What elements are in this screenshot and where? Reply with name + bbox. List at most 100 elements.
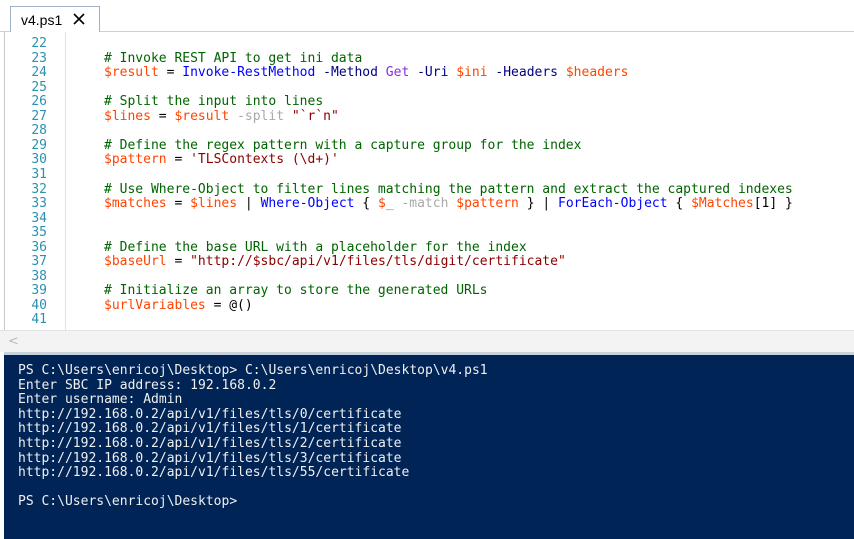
console-line: PS C:\Users\enricoj\Desktop> <box>18 494 238 510</box>
code-line[interactable]: 23 # Invoke REST API to get ini data <box>5 51 851 66</box>
code-line[interactable]: 32 # Use Where-Object to filter lines mat… <box>5 182 851 197</box>
code-text: # Define the regex pattern with a captur… <box>104 138 581 153</box>
code-token: Get <box>385 65 410 81</box>
console-line: PS C:\Users\enricoj\Desktop> C:\Users\en… <box>18 363 488 378</box>
code-text: $baseUrl = "http://$sbc/api/v1/files/tls… <box>104 254 566 269</box>
code-token: -match <box>393 196 457 212</box>
code-token: $Matches <box>691 196 754 212</box>
code-line[interactable]: 41 <box>5 312 851 327</box>
line-number: 41 <box>31 312 47 328</box>
console-line: http://192.168.0.2/api/v1/files/tls/2/ce… <box>18 436 402 451</box>
code-token: $baseUrl <box>104 254 167 270</box>
tab-label: v4.ps1 <box>21 11 63 28</box>
code-token: = <box>166 152 191 168</box>
code-text: # Initialize an array to store the gener… <box>104 283 488 298</box>
code-line[interactable]: 24 $result = Invoke-RestMethod -Method Ge… <box>5 65 851 80</box>
code-token: "http://$sbc/api/v1/files/tls/digit/cert… <box>190 254 566 270</box>
code-line[interactable]: 34 <box>5 211 851 226</box>
line-number: 39 <box>31 283 47 299</box>
line-number: 40 <box>31 297 47 313</box>
console-pane[interactable]: PS C:\Users\enricoj\Desktop> C:\Users\en… <box>4 352 854 539</box>
code-line[interactable]: 31 <box>5 167 851 182</box>
code-line[interactable]: 35 <box>5 225 851 240</box>
tab-strip: v4.ps1 <box>0 0 854 32</box>
code-token: # Define the regex pattern with a captur… <box>104 137 582 153</box>
code-token: $urlVariables <box>104 297 206 313</box>
code-line[interactable]: 28 <box>5 123 851 138</box>
code-token: $pattern <box>104 152 167 168</box>
code-line[interactable]: 39 # Initialize an array to store the gen… <box>5 283 851 298</box>
line-number: 29 <box>31 137 47 153</box>
code-line[interactable]: 38 <box>5 269 851 284</box>
code-text: $pattern = 'TLSContexts (\d+)' <box>104 152 339 167</box>
code-text: # Use Where-Object to filter lines match… <box>104 182 793 197</box>
code-token: Where-Object <box>260 196 355 212</box>
line-number: 31 <box>31 166 47 182</box>
code-token: = @() <box>205 297 253 313</box>
line-number: 23 <box>31 50 47 66</box>
console-line: http://192.168.0.2/api/v1/files/tls/0/ce… <box>18 406 402 422</box>
code-token: $_ <box>377 196 394 212</box>
line-number: 38 <box>31 268 47 284</box>
code-line[interactable]: 30 $pattern = 'TLSContexts (\d+)' <box>5 152 851 167</box>
code-text: $urlVariables = @() <box>104 298 253 313</box>
code-text: # Split the input into lines <box>104 94 323 109</box>
code-line[interactable]: 22 <box>5 36 851 51</box>
code-token: { <box>354 196 378 212</box>
code-token: # Use Where-Object to filter lines match… <box>104 181 793 197</box>
code-token: { <box>667 196 692 212</box>
console-line: Enter username: Admin <box>18 392 183 408</box>
code-line[interactable]: 26 # Split the input into lines <box>5 94 851 109</box>
code-token: $matches <box>104 196 167 212</box>
code-text: $result = Invoke-RestMethod -Method Get … <box>104 65 628 80</box>
code-token: $pattern <box>456 196 519 212</box>
code-token: 'TLSContexts (\d+)' <box>190 152 339 168</box>
line-number: 34 <box>31 210 47 226</box>
code-text: $lines = $result -split "`r`n" <box>104 109 339 124</box>
code-token: Invoke-RestMethod <box>182 65 316 81</box>
line-number: 26 <box>31 94 47 110</box>
code-token: = <box>158 65 183 81</box>
line-number: 37 <box>31 254 47 270</box>
line-number: 28 <box>31 123 47 139</box>
code-line[interactable]: 40 $urlVariables = @() <box>5 298 851 313</box>
code-line[interactable]: 37 $baseUrl = "http://$sbc/api/v1/files/t… <box>5 254 851 269</box>
line-number: 24 <box>31 65 47 81</box>
console-line: Enter SBC IP address: 192.168.0.2 <box>18 377 277 393</box>
code-text: # Define the base URL with a placeholder… <box>104 240 527 255</box>
code-token: $lines <box>104 108 151 124</box>
horizontal-scrollbar[interactable]: < <box>0 330 854 352</box>
code-line[interactable]: 25 <box>5 80 851 95</box>
line-number: 33 <box>31 196 47 212</box>
line-number: 30 <box>31 152 47 168</box>
code-token: [1] } <box>753 196 793 212</box>
console-line: http://192.168.0.2/api/v1/files/tls/1/ce… <box>18 421 402 437</box>
code-token: # Split the input into lines <box>104 94 324 110</box>
code-token: -Uri <box>409 65 457 81</box>
console-line: http://192.168.0.2/api/v1/files/tls/55/c… <box>18 465 410 481</box>
code-text: $matches = $lines | Where-Object { $_ -m… <box>104 196 793 211</box>
tab-v4-ps1[interactable]: v4.ps1 <box>10 6 100 32</box>
code-line[interactable]: 29 # Define the regex pattern with a capt… <box>5 138 851 153</box>
line-number: 27 <box>31 108 47 124</box>
code-token: # Initialize an array to store the gener… <box>104 283 488 299</box>
code-line[interactable]: 33 $matches = $lines | Where-Object { $_ … <box>5 196 851 211</box>
code-token: $ini <box>456 65 488 81</box>
code-token: = <box>166 254 191 270</box>
line-number: 35 <box>31 225 47 241</box>
code-token: $headers <box>565 65 629 81</box>
code-token: -Headers <box>487 65 566 81</box>
code-token: # Invoke REST API to get ini data <box>104 50 363 66</box>
code-token: # Define the base URL with a placeholder… <box>104 239 527 255</box>
line-number: 25 <box>31 79 47 95</box>
code-token: -Method <box>315 65 386 81</box>
code-token: $result <box>174 108 230 124</box>
code-token: -split <box>229 108 292 124</box>
code-line[interactable]: 27 $lines = $result -split "`r`n" <box>5 109 851 124</box>
close-icon[interactable] <box>71 11 87 27</box>
script-editor[interactable]: 22 23 # Invoke REST API to get ini data 24 $… <box>4 32 854 330</box>
code-token: = <box>150 108 175 124</box>
scroll-left-arrow-icon[interactable]: < <box>8 334 19 349</box>
code-line[interactable]: 36 # Define the base URL with a placehold… <box>5 240 851 255</box>
code-text: # Invoke REST API to get ini data <box>104 51 362 66</box>
